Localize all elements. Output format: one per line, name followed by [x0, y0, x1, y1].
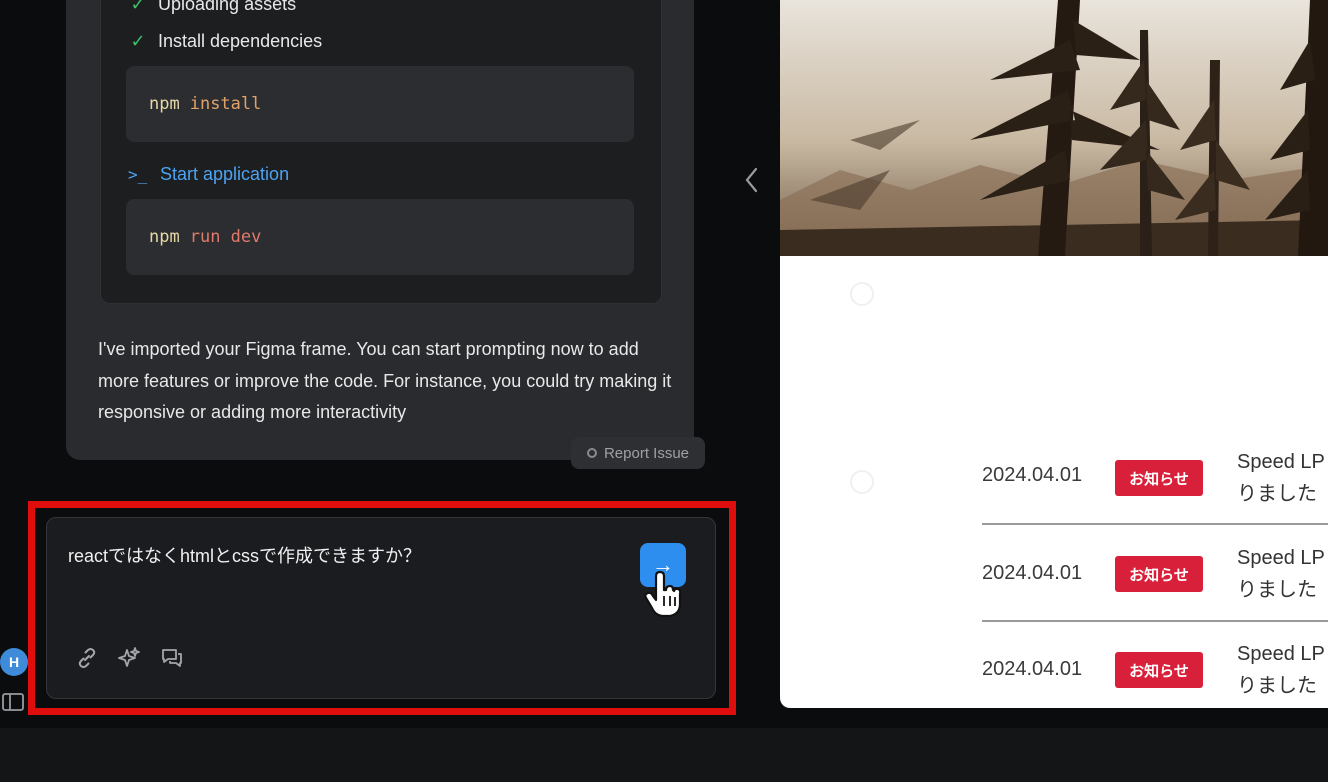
sidebar-toggle-icon[interactable] [2, 693, 24, 711]
news-title: Speed LP りました [1237, 451, 1325, 505]
avatar[interactable]: H [0, 648, 28, 676]
code-block-install[interactable]: npm install [126, 66, 634, 142]
news-item[interactable]: 2024.04.01 お知らせ Speed LP りました [982, 542, 1328, 638]
code-argument: run dev [189, 227, 262, 247]
news-date: 2024.04.01 [982, 658, 1083, 680]
preview-pane: 2024.04.01 お知らせ Speed LP りました 2024.04.01… [780, 0, 1328, 708]
bottom-bar [0, 728, 1328, 782]
step-start-application[interactable]: >_ Start application [128, 164, 289, 185]
news-divider [982, 620, 1328, 622]
terminal-icon: >_ [128, 165, 148, 184]
report-issue-button[interactable]: Report Issue [571, 437, 705, 469]
news-badge: お知らせ [1115, 556, 1203, 592]
faint-icon [850, 470, 874, 494]
step-label: Install dependencies [158, 31, 323, 51]
news-date: 2024.04.01 [982, 562, 1083, 584]
step-label: Uploading assets [158, 0, 297, 14]
report-icon [586, 448, 597, 458]
check-icon: ✓ [130, 0, 146, 14]
news-title: Speed LP りました [1237, 547, 1325, 601]
step-uploading-assets: ✓ Uploading assets [128, 0, 296, 15]
code-argument: install [189, 94, 262, 114]
assistant-message-text: I've imported your Figma frame. You can … [98, 339, 672, 422]
code-block-run[interactable]: npm run dev [126, 199, 634, 275]
news-item[interactable]: 2024.04.01 お知らせ Speed LP りました [982, 638, 1328, 708]
highlight-frame [28, 501, 736, 715]
news-badge: お知らせ [1115, 460, 1203, 496]
news-title: Speed LP りました [1237, 643, 1325, 697]
code-command: npm [149, 227, 180, 247]
news-item[interactable]: 2024.04.01 お知らせ Speed LP りました [982, 446, 1328, 542]
news-divider [982, 523, 1328, 525]
hero-image [780, 0, 1328, 256]
chevron-left-icon[interactable] [740, 165, 764, 195]
news-date: 2024.04.01 [982, 464, 1083, 486]
step-install-dependencies: ✓ Install dependencies [128, 31, 322, 52]
faint-icon [850, 282, 874, 306]
news-badge: お知らせ [1115, 652, 1203, 688]
report-issue-label: Report Issue [603, 444, 690, 462]
step-label: Start application [160, 164, 290, 184]
code-command: npm [149, 94, 180, 114]
check-icon: ✓ [130, 31, 146, 51]
